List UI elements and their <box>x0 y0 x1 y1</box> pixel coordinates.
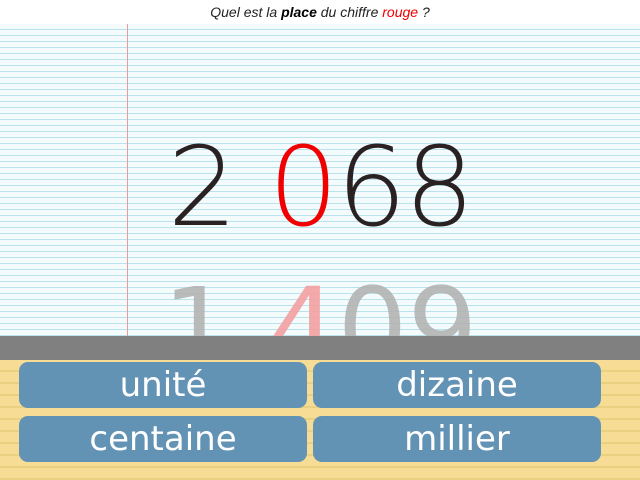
question-part3: ? <box>418 4 430 20</box>
answer-button-unite[interactable]: unité <box>19 362 307 408</box>
number-display: 2 068 <box>0 122 640 252</box>
number-highlighted-digit: 0 <box>268 123 338 251</box>
question-red-word: rouge <box>382 4 419 20</box>
divider-bar <box>0 336 640 360</box>
number-before: 2 <box>167 123 269 251</box>
question-text: Quel est la place du chiffre rouge ? <box>0 0 640 24</box>
answer-button-dizaine[interactable]: dizaine <box>313 362 601 408</box>
question-bold-word: place <box>281 4 317 20</box>
answer-button-millier[interactable]: millier <box>313 416 601 462</box>
question-part2: du chiffre <box>316 4 383 20</box>
answer-button-centaine[interactable]: centaine <box>19 416 307 462</box>
question-part1: Quel est la <box>210 4 282 20</box>
number-after: 68 <box>336 123 474 251</box>
